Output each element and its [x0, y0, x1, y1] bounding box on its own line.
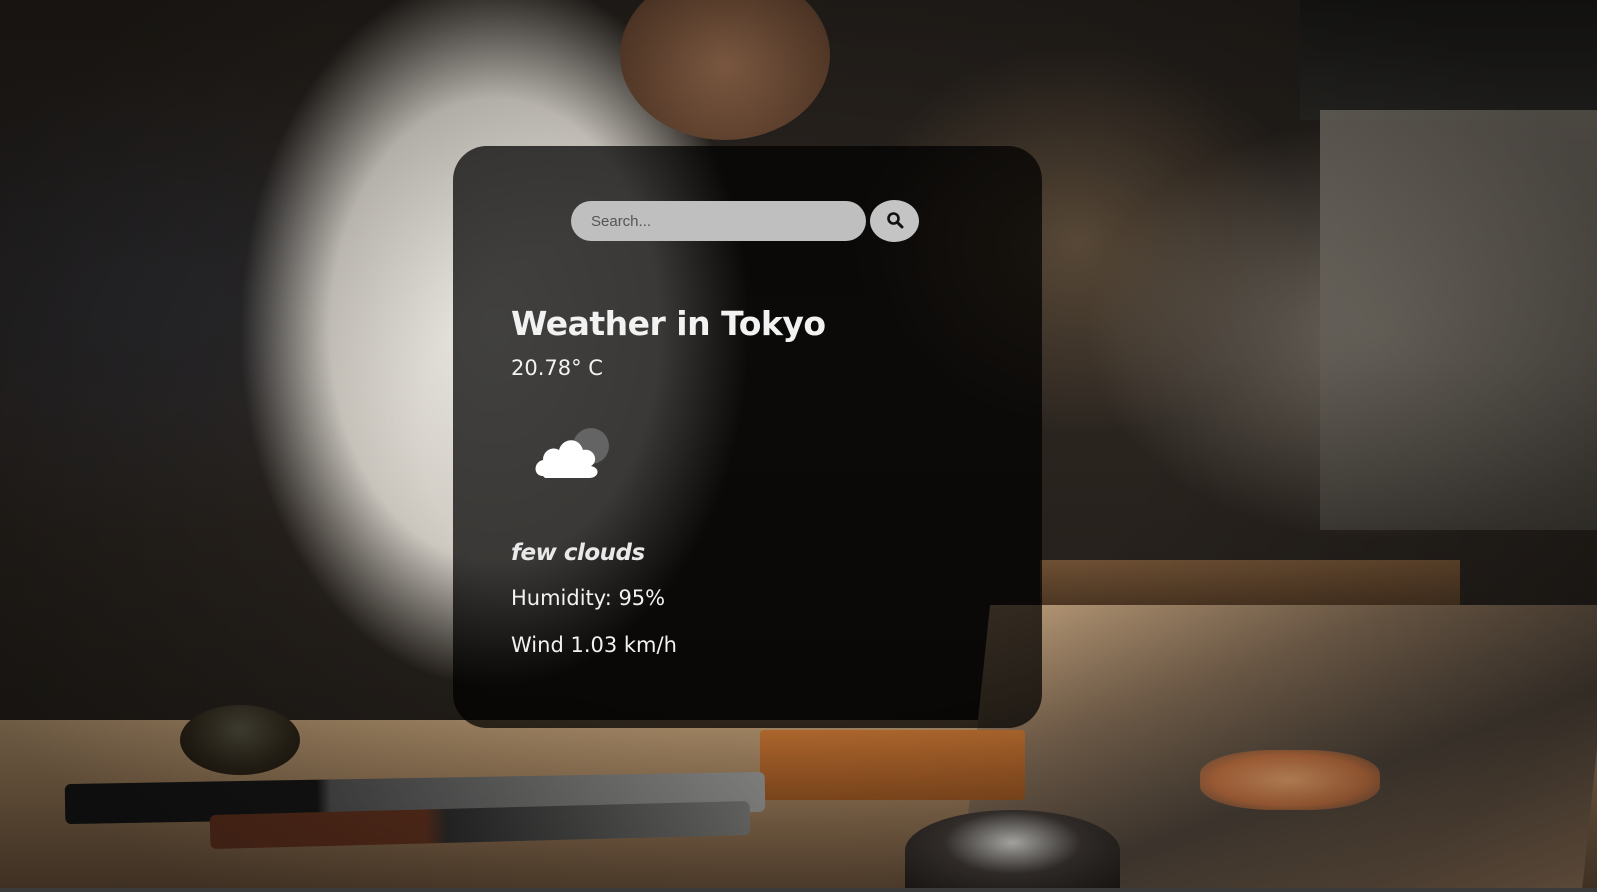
wind-speed: Wind 1.03 km/h [511, 633, 677, 657]
weather-app: Weather in Tokyo 20.78° C few clouds Hum… [0, 0, 1597, 892]
temperature: 20.78° C [511, 356, 603, 380]
weather-description: few clouds [511, 540, 645, 566]
search-input[interactable] [571, 201, 866, 241]
search-icon [886, 211, 904, 232]
cloud-icon [529, 422, 617, 492]
search-bar [571, 200, 919, 242]
weather-details: Weather in Tokyo 20.78° C few clouds Hum… [511, 304, 826, 659]
search-button[interactable] [870, 200, 919, 242]
humidity: Humidity: 95% [511, 586, 666, 610]
weather-card: Weather in Tokyo 20.78° C few clouds Hum… [453, 146, 1042, 728]
bottom-border [0, 888, 1597, 892]
weather-title: Weather in Tokyo [511, 304, 826, 343]
